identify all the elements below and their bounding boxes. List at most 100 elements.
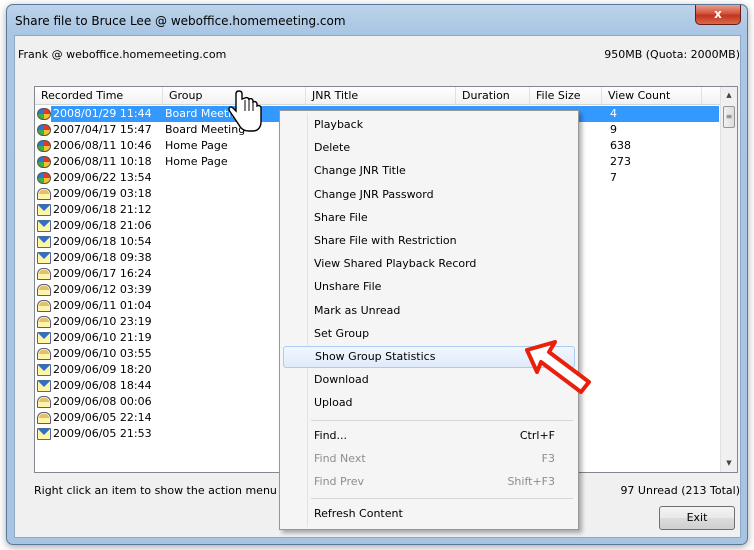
color-icon: [37, 108, 51, 120]
context-menu: Playback Delete Change JNR Title Change JNR…: [279, 110, 579, 530]
cell-view-count: [610, 330, 700, 346]
scroll-up-arrow-icon[interactable]: ▲: [721, 87, 737, 104]
status-hint: Right click an item to show the action m…: [34, 484, 277, 497]
open-envelope-icon: [37, 300, 51, 312]
menu-item-view-shared-playback-record[interactable]: View Shared Playback Record: [283, 253, 575, 275]
menu-item-refresh-content[interactable]: Refresh Content: [283, 503, 575, 525]
menu-item-label: Find Next: [314, 451, 366, 465]
exit-button[interactable]: Exit: [659, 506, 735, 530]
column-view-count[interactable]: View Count: [602, 87, 702, 105]
cell-view-count: [610, 378, 700, 394]
menu-shortcut: F3: [541, 451, 555, 465]
cell-view-count: [610, 234, 700, 250]
cell-view-count: [610, 202, 700, 218]
envelope-icon: [37, 236, 51, 248]
menu-item-label: Delete: [314, 141, 351, 155]
window-title: Share file to Bruce Lee @ weboffice.home…: [15, 14, 346, 28]
cell-view-count: 273: [610, 155, 631, 168]
cell-view-count: [610, 266, 700, 282]
red-arrow-icon: [525, 340, 591, 394]
menu-item-share-file-with-restriction[interactable]: Share File with Restriction: [283, 230, 575, 252]
cell-recorded-time: 2009/06/10 03:55: [53, 347, 152, 360]
cell-recorded-time: 2009/06/05 21:53: [53, 427, 152, 440]
column-recorded-time[interactable]: Recorded Time: [35, 87, 163, 105]
menu-item-label: Upload: [314, 396, 353, 410]
close-button[interactable]: x: [695, 5, 741, 25]
cell-recorded-time: 2009/06/10 23:19: [53, 315, 152, 328]
cell-recorded-time: 2009/06/10 21:19: [53, 331, 152, 344]
cell-view-count: [610, 410, 700, 426]
envelope-icon: [37, 252, 51, 264]
cell-view-count: 7: [610, 171, 617, 184]
envelope-icon: [37, 220, 51, 232]
envelope-icon: [37, 428, 51, 440]
cell-recorded-time: 2009/06/09 18:20: [53, 363, 152, 376]
menu-item-unshare-file[interactable]: Unshare File: [283, 276, 575, 298]
open-envelope-icon: [37, 396, 51, 408]
column-file-size[interactable]: File Size: [530, 87, 602, 105]
menu-item-label: Unshare File: [314, 280, 382, 294]
color-icon: [37, 172, 51, 184]
envelope-icon: [37, 204, 51, 216]
menu-item-mark-as-unread[interactable]: Mark as Unread: [283, 300, 575, 322]
color-icon: [37, 124, 51, 136]
color-icon: [37, 156, 51, 168]
cell-view-count: [610, 298, 700, 314]
menu-item-label: Find Prev: [314, 475, 365, 488]
envelope-icon: [37, 380, 51, 392]
menu-item-label: Find...: [314, 428, 348, 442]
open-envelope-icon: [37, 412, 51, 424]
envelope-icon: [37, 332, 51, 344]
cell-recorded-time: 2008/01/29 11:44: [53, 107, 152, 120]
vertical-scrollbar[interactable]: ▲ ≡ ▼: [720, 87, 737, 472]
column-duration[interactable]: Duration: [456, 87, 530, 105]
color-icon: [37, 140, 51, 152]
open-envelope-icon: [37, 348, 51, 360]
cell-recorded-time: 2009/06/05 22:14: [53, 411, 152, 424]
menu-item-playback[interactable]: Playback: [283, 114, 575, 136]
menu-shortcut: Shift+F3: [507, 475, 555, 488]
menu-item-label: Download: [314, 373, 369, 387]
menu-item-label: Mark as Unread: [314, 303, 401, 317]
menu-item-delete[interactable]: Delete: [283, 137, 575, 159]
cell-view-count: [610, 394, 700, 410]
cell-view-count: [610, 186, 700, 202]
cell-view-count: 4: [610, 107, 617, 120]
envelope-icon: [37, 364, 51, 376]
menu-item-find-prev: Find Prev Shift+F3: [283, 471, 575, 493]
cell-recorded-time: 2006/08/11 10:18: [53, 155, 152, 168]
scroll-thumb[interactable]: ≡: [723, 106, 735, 128]
scroll-down-arrow-icon[interactable]: ▼: [721, 455, 737, 472]
cell-view-count: [610, 426, 700, 442]
menu-item-label: Playback: [314, 118, 364, 131]
cell-recorded-time: 2009/06/18 09:38: [53, 251, 152, 264]
cell-recorded-time: 2006/08/11 10:46: [53, 139, 152, 152]
cell-recorded-time: 2009/06/18 21:12: [53, 203, 152, 216]
cell-recorded-time: 2009/06/19 03:18: [53, 187, 152, 200]
cell-recorded-time: 2009/06/22 13:54: [53, 171, 152, 184]
cell-recorded-time: 2009/06/11 01:04: [53, 299, 152, 312]
account-label: Frank @ weboffice.homemeeting.com: [18, 48, 227, 61]
cell-recorded-time: 2009/06/18 21:06: [53, 219, 152, 232]
title-bar[interactable]: Share file to Bruce Lee @ weboffice.home…: [7, 5, 747, 35]
menu-item-change-jnr-password[interactable]: Change JNR Password: [283, 184, 575, 206]
open-envelope-icon: [37, 188, 51, 200]
menu-item-label: Change JNR Password: [314, 187, 434, 201]
cell-view-count: 638: [610, 139, 631, 152]
column-jnr-title[interactable]: JNR Title: [306, 87, 456, 105]
menu-item-label: View Shared Playback Record: [314, 257, 477, 271]
unread-count: 97 Unread (213 Total): [620, 484, 740, 497]
cell-recorded-time: 2009/06/12 03:39: [53, 283, 152, 296]
cell-recorded-time: 2009/06/08 18:44: [53, 379, 152, 392]
menu-item-change-jnr-title[interactable]: Change JNR Title: [283, 160, 575, 182]
cell-view-count: [610, 346, 700, 362]
menu-separator: [311, 419, 573, 421]
menu-item-find[interactable]: Find... Ctrl+F: [283, 425, 575, 447]
cell-recorded-time: 2009/06/17 16:24: [53, 267, 152, 280]
menu-separator: [311, 498, 573, 500]
cell-view-count: [610, 218, 700, 234]
cell-recorded-time: 2009/06/08 00:06: [53, 395, 152, 408]
menu-item-label: Refresh Content: [314, 507, 403, 521]
hand-pointer-icon: [228, 90, 262, 132]
menu-item-share-file[interactable]: Share File: [283, 207, 575, 229]
